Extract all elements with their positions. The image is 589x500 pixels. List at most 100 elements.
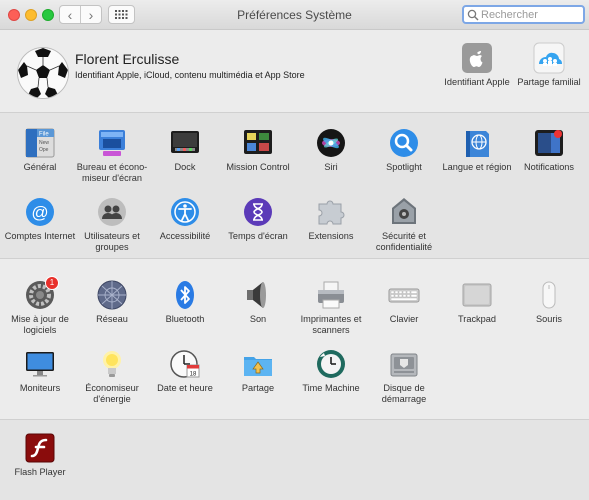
pane-label: Souris [535,314,563,324]
mouse-icon [533,279,565,311]
pane-screen-time[interactable]: Temps d'écran [221,196,295,242]
general-icon: File New Ope [24,127,56,159]
pane-label: Utilisateurs et groupes [84,231,140,252]
pane-bluetooth[interactable]: Bluetooth [148,279,222,325]
search-input[interactable] [481,8,576,21]
pane-extensions[interactable]: Extensions [294,196,368,242]
personal-preferences-section: File New Ope Général Bureau et écono-mis… [0,113,589,259]
pane-label: Temps d'écran [228,231,288,241]
pane-displays[interactable]: Moniteurs [3,348,77,394]
time-machine-icon [315,348,347,380]
update-badge: 1 [45,276,59,290]
pane-software-update[interactable]: 1 Mise à jour de logiciels [3,276,77,336]
hardware-preferences-section: 1 Mise à jour de logiciels Réseau Blueto… [0,259,589,420]
desktop-screensaver-icon [96,127,128,159]
pane-label: Son [249,314,267,324]
svg-text:@: @ [31,203,48,222]
mission-control-icon [242,127,274,159]
pane-label: Clavier [389,314,419,324]
pane-label: Moniteurs [19,383,61,393]
notifications-icon [533,127,565,159]
network-icon [96,279,128,311]
family-sharing-icon [533,42,565,74]
accessibility-icon [169,196,201,228]
user-name: Florent Erculisse [75,51,180,67]
pane-desktop-screensaver[interactable]: Bureau et écono-miseur d'écran [75,127,149,184]
pane-label: Général [23,162,57,172]
pane-mouse[interactable]: Souris [512,279,586,325]
pane-label: Mission Control [226,162,290,172]
energy-saver-icon [96,348,128,380]
pane-label: Bureau et écono-miseur d'écran [76,162,148,183]
pane-general[interactable]: File New Ope Général [3,127,77,173]
apple-id-icon [461,42,493,74]
svg-text:New: New [39,140,49,146]
users-groups-icon [96,196,128,228]
pane-internet-accounts[interactable]: @ Comptes Internet [3,196,77,242]
svg-text:Ope: Ope [39,147,49,153]
pane-label: Trackpad [458,314,496,324]
pane-sharing[interactable]: Partage [221,348,295,394]
soccer-ball-icon [18,48,68,98]
trackpad-icon [461,279,493,311]
pane-startup-disk[interactable]: Disque de démarrage [367,348,441,405]
pane-label: Siri [324,162,338,172]
pane-label: Spotlight [386,162,422,172]
search-field[interactable] [462,5,585,24]
pane-sound[interactable]: Son [221,279,295,325]
pane-label: Comptes Internet [4,231,76,241]
pane-family-sharing[interactable]: Partage familial [512,42,586,88]
pane-date-time[interactable]: 18 Date et heure [148,348,222,394]
startup-disk-icon [388,348,420,380]
pane-printers-scanners[interactable]: Imprimantes et scanners [294,279,368,336]
pane-network[interactable]: Réseau [75,279,149,325]
pane-security-privacy[interactable]: Sécurité et confidentialité [367,196,441,253]
avatar[interactable] [18,48,68,98]
other-preferences-section: Flash Player [0,420,589,500]
pane-label: Notifications [523,162,575,172]
pane-label: Langue et région [442,162,512,172]
svg-text:File: File [39,132,49,138]
internet-accounts-icon: @ [24,196,56,228]
system-preferences-window: ‹ › Préférences Système Rechercher Flore… [0,0,589,500]
pane-time-machine[interactable]: Time Machine [294,348,368,394]
pane-label: Extensions [308,231,354,241]
pane-label: Réseau [96,314,128,324]
title-bar: ‹ › Préférences Système [0,0,589,30]
pane-spotlight[interactable]: Spotlight [367,127,441,173]
svg-text:18: 18 [190,372,197,378]
pane-energy-saver[interactable]: Économiseur d'énergie [75,348,149,405]
sharing-icon [242,348,274,380]
pane-language-region[interactable]: Langue et région [440,127,514,173]
pane-flash-player[interactable]: Flash Player [3,432,77,478]
language-region-icon [461,127,493,159]
pane-label: Time Machine [302,383,360,393]
date-time-icon: 18 [169,348,201,380]
pane-keyboard[interactable]: Clavier [367,279,441,325]
pane-notifications[interactable]: Notifications [512,127,586,173]
flash-player-icon [24,432,56,464]
printers-scanners-icon [315,279,347,311]
software-update-icon: 1 [24,276,59,311]
search-icon [467,9,479,20]
pane-accessibility[interactable]: Accessibilité [148,196,222,242]
pane-label: Bluetooth [165,314,205,324]
pane-mission-control[interactable]: Mission Control [221,127,295,173]
user-subtitle: Identifiant Apple, iCloud, contenu multi… [75,70,305,80]
pane-label: Partage [241,383,275,393]
pane-siri[interactable]: Siri [294,127,368,173]
pane-trackpad[interactable]: Trackpad [440,279,514,325]
pane-apple-id[interactable]: Identifiant Apple [440,42,514,88]
pane-dock[interactable]: Dock [148,127,222,173]
bluetooth-icon [169,279,201,311]
pane-label: Identifiant Apple [444,77,510,87]
security-privacy-icon [388,196,420,228]
pane-label: Sécurité et confidentialité [375,231,433,252]
pane-label: Date et heure [157,383,213,393]
pane-users-groups[interactable]: Utilisateurs et groupes [75,196,149,253]
pane-label: Imprimantes et scanners [300,314,362,335]
pane-label: Dock [174,162,196,172]
pane-label: Disque de démarrage [381,383,427,404]
screen-time-icon [242,196,274,228]
pane-label: Flash Player [14,467,66,477]
